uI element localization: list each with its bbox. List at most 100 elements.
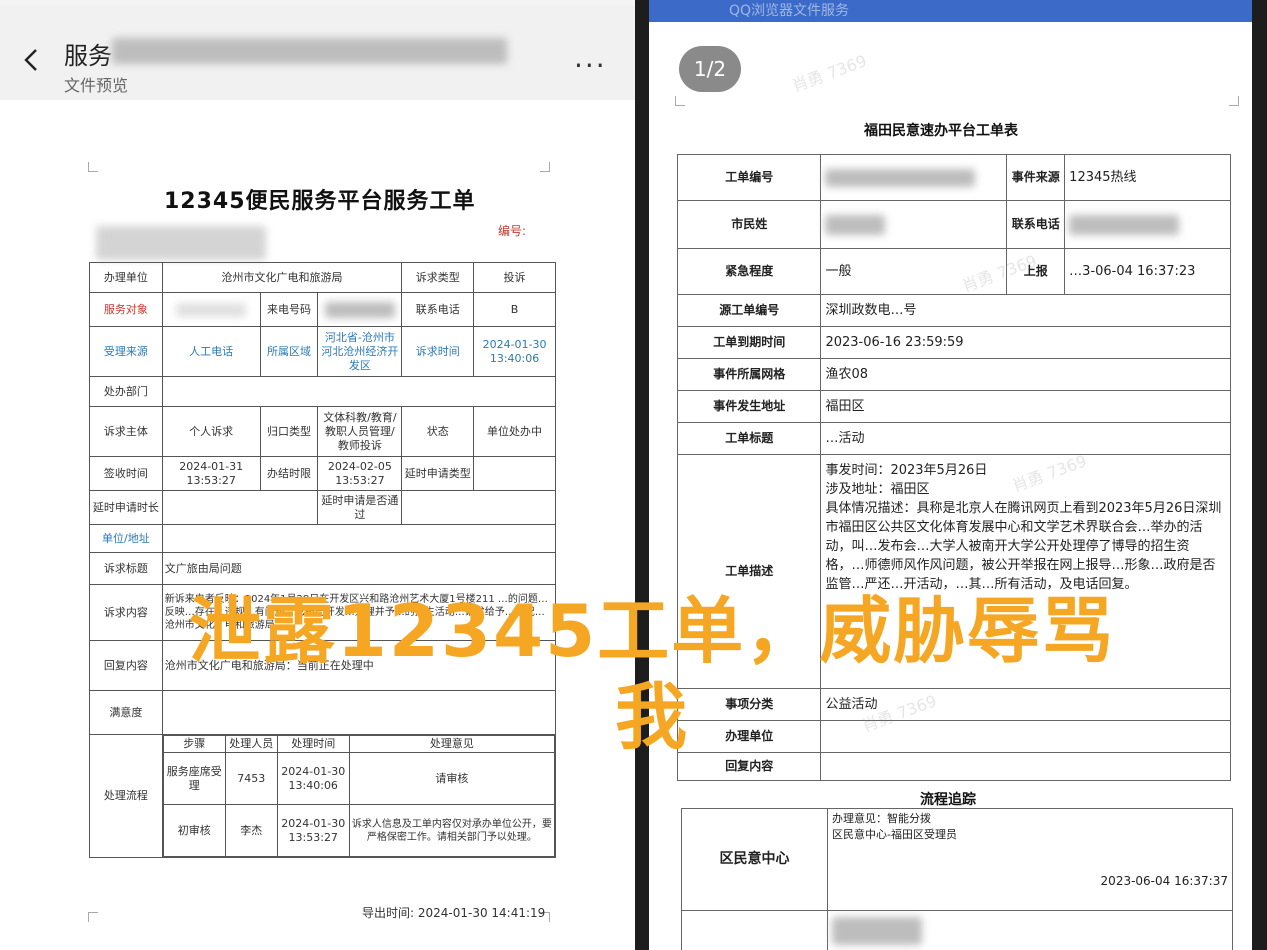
overlay-line-2: 我 <box>614 675 689 759</box>
cell-value <box>820 200 1008 249</box>
topbar-title: QQ浏览器文件服务 <box>729 3 850 19</box>
page-corner <box>1229 96 1239 106</box>
page-indicator[interactable]: 1/2 <box>679 46 741 92</box>
cell-label: 诉求时间 <box>401 326 475 377</box>
redacted-value <box>176 302 247 317</box>
page-corner <box>675 96 685 106</box>
cell-value: 个人诉求 <box>161 406 261 457</box>
cell-label: 延时申请时长 <box>89 490 163 525</box>
redacted-header <box>96 226 266 260</box>
cell-label: 状态 <box>401 406 475 457</box>
cell-label: 办结时限 <box>259 456 319 491</box>
browser-topbar: QQ浏览器文件服务 <box>649 0 1252 22</box>
app-header: 服务 文件预览 ··· <box>0 6 635 100</box>
cell-value <box>401 490 556 525</box>
proc-opinion: 诉求人信息及工单内容仅对承办单位公开，要严格保密工作。请相关部门予以处理。 <box>348 804 556 857</box>
back-arrow-icon[interactable] <box>18 46 46 74</box>
cell-label: 诉求标题 <box>89 552 163 585</box>
flow-opinion: 办理意见：智能分拨 <box>832 812 931 825</box>
order-form-title: 福田民意速办平台工单表 <box>864 123 1018 139</box>
cell-label: 归口类型 <box>259 406 319 457</box>
cell-value <box>473 456 556 491</box>
cell-label: 来电号码 <box>259 292 319 327</box>
cell-value: B <box>473 292 556 327</box>
page-corner <box>88 912 98 922</box>
redacted-value <box>825 168 976 187</box>
cell-value: 沧州市文化广电和旅游局 <box>161 262 403 293</box>
redacted-value <box>832 916 922 945</box>
cell-value <box>161 524 557 553</box>
cell-value: 2024-01-31 13:53:27 <box>161 456 261 491</box>
overlay-caption: 泄露12345工单，威胁辱骂 我 <box>62 588 1242 760</box>
cell-value: 2023-06-16 23:59:59 <box>820 326 1231 359</box>
cell-value: 投诉 <box>473 262 556 293</box>
cell-value <box>820 154 1008 201</box>
proc-time: 2024-01-30 13:53:27 <box>276 804 350 857</box>
proc-person: 7453 <box>224 752 278 805</box>
flow-node: 区民意中心 <box>681 808 828 911</box>
cell-label: 处办部门 <box>89 376 163 407</box>
cell-label: 所属区域 <box>259 326 319 377</box>
flow-time: 2023-06-04 16:37:37 <box>1100 874 1228 888</box>
flow-title: 流程追踪 <box>920 792 976 808</box>
flow-handler: 区民意中心-福田区受理员 <box>832 828 957 841</box>
cell-label: 工单编号 <box>676 154 822 201</box>
cell-value: 单位处办中 <box>473 406 556 457</box>
cell-value: 12345热线 <box>1064 154 1231 201</box>
cell-value: 渔农08 <box>820 358 1231 391</box>
cell-value <box>1064 200 1231 249</box>
cell-label: 紧急程度 <box>676 248 822 295</box>
cell-value: 人工电话 <box>161 326 261 377</box>
service-order-table: 办理单位 沧州市文化广电和旅游局 诉求类型 投诉 服务对象 来电号码 联系电话 … <box>89 262 557 858</box>
cell-label: 事件发生地址 <box>676 390 822 423</box>
cell-label: 单位/地址 <box>89 524 163 553</box>
cell-value <box>161 490 319 525</box>
cell-label: 源工单编号 <box>676 294 822 327</box>
more-options-icon[interactable]: ··· <box>574 52 607 80</box>
flow-node <box>681 910 828 950</box>
export-time: 导出时间: 2024-01-30 14:41:19 <box>362 906 546 920</box>
cell-label: 工单标题 <box>676 422 822 455</box>
redacted-value <box>324 301 395 318</box>
cell-label: 市民姓 <box>676 200 822 249</box>
cell-label: 延时申请是否通过 <box>317 490 403 525</box>
page-corner <box>88 162 98 172</box>
proc-step: 初审核 <box>162 804 226 857</box>
cell-value <box>161 292 261 327</box>
redacted-value <box>1069 214 1180 235</box>
cell-value: 河北省-沧州市河北沧州经济开发区 <box>317 326 403 377</box>
cell-label: 事件来源 <box>1006 154 1066 201</box>
panel-divider <box>635 0 649 950</box>
cell-label: 签收时间 <box>89 456 163 491</box>
redacted-title <box>112 38 507 64</box>
right-edge <box>1252 0 1267 950</box>
cell-label: 服务对象 <box>89 292 163 327</box>
cell-label: 办理单位 <box>89 262 163 293</box>
cell-value <box>317 292 403 327</box>
cell-value: 2024-01-30 13:40:06 <box>473 326 556 377</box>
cell-label: 联系电话 <box>1006 200 1066 249</box>
header-title: 服务 <box>64 42 112 70</box>
screenshot-root: { "left": { "header": { "title": "服务", "… <box>0 0 1267 950</box>
cell-value: 文体科教/教育/教职人员管理/教师投诉 <box>317 406 403 457</box>
cell-label: 上报 <box>1006 248 1066 295</box>
cell-value <box>161 376 557 407</box>
document-title: 12345便民服务平台服务工单 <box>164 189 476 214</box>
cell-value: 一般 <box>820 248 1008 295</box>
proc-person: 李杰 <box>224 804 278 857</box>
cell-label: 事件所属网格 <box>676 358 822 391</box>
header-subtitle: 文件预览 <box>64 76 129 95</box>
cell-value: …活动 <box>820 422 1231 455</box>
flow-table: 区民意中心 办理意见：智能分拨 区民意中心-福田区受理员 2023-06-04 … <box>681 808 1233 950</box>
cell-value: 2024-02-05 13:53:27 <box>317 456 403 491</box>
proc-step: 服务座席受理 <box>162 752 226 805</box>
proc-time: 2024-01-30 13:40:06 <box>276 752 350 805</box>
cell-label: 联系电话 <box>401 292 475 327</box>
cell-value: 福田区 <box>820 390 1231 423</box>
document-number-label: 编号: <box>498 224 527 238</box>
cell-label: 工单到期时间 <box>676 326 822 359</box>
cell-label: 延时申请类型 <box>401 456 475 491</box>
cell-value: …3-06-04 16:37:23 <box>1064 248 1231 295</box>
redacted-value <box>825 214 886 235</box>
cell-label: 诉求类型 <box>401 262 475 293</box>
